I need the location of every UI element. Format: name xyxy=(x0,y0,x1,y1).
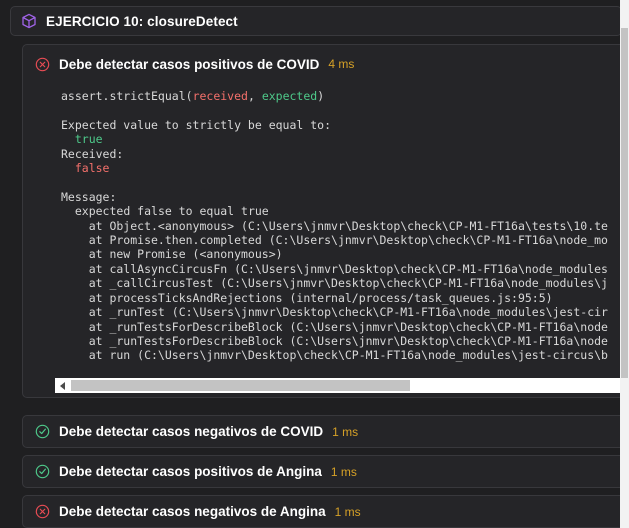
stack-line: at new Promise (<anonymous>) xyxy=(61,247,283,262)
assertion-arg-expected: expected xyxy=(261,89,318,103)
test-duration: 1 ms xyxy=(334,504,361,519)
scroll-left-button[interactable] xyxy=(55,378,69,393)
message-text-line: expected false to equal true xyxy=(61,204,629,218)
assertion-arg-received: received xyxy=(192,89,248,103)
test-row[interactable]: Debe detectar casos positivos de Angina … xyxy=(22,455,629,488)
horizontal-scrollbar-thumb[interactable] xyxy=(71,380,410,391)
circle-x-icon xyxy=(35,57,50,71)
assertion-call: assert.strictEqual(received, expected) xyxy=(61,89,629,103)
stack-line: at Promise.then.completed (C:\Users\jnmv… xyxy=(61,233,608,248)
assertion-call-prefix: assert.strictEqual( xyxy=(61,89,193,103)
test-name: Debe detectar casos negativos de COVID xyxy=(59,424,324,439)
stack-line: at processTicksAndRejections (internal/p… xyxy=(61,290,553,305)
test-row[interactable]: Debe detectar casos negativos de Angina … xyxy=(22,495,629,528)
stack-line: at callAsyncCircusFn (C:\Users\jnmvr\Des… xyxy=(61,261,608,276)
suite-header[interactable]: EJERCICIO 10: closureDetect xyxy=(10,6,622,36)
vertical-scrollbar-thumb[interactable] xyxy=(621,28,628,378)
horizontal-scrollbar-track[interactable] xyxy=(69,378,615,393)
test-name: Debe detectar casos negativos de Angina xyxy=(59,504,326,519)
assertion-arg-separator: , xyxy=(247,89,262,103)
horizontal-scrollbar[interactable] xyxy=(55,378,629,393)
received-label: Received: xyxy=(61,146,124,161)
failing-test-name: Debe detectar casos positivos de COVID xyxy=(59,56,320,72)
error-output[interactable]: assert.strictEqual(received, expected) E… xyxy=(23,81,629,373)
circle-check-icon xyxy=(35,424,50,439)
circle-check-icon xyxy=(35,464,50,479)
expected-label: Expected value to strictly be equal to: xyxy=(61,117,332,132)
cube-icon xyxy=(22,13,36,29)
message-text: expected false to equal true xyxy=(74,204,269,219)
received-value: false xyxy=(74,161,110,176)
failing-test-panel[interactable]: Debe detectar casos positivos de COVID 4… xyxy=(22,44,629,398)
stack-line: at Object.<anonymous> (C:\Users\jnmvr\De… xyxy=(61,218,608,233)
failing-test-duration: 4 ms xyxy=(328,57,355,71)
test-row[interactable]: Debe detectar casos negativos de COVID 1… xyxy=(22,415,629,448)
chevron-left-icon xyxy=(59,381,65,390)
assertion-call-suffix: ) xyxy=(317,89,325,103)
test-name: Debe detectar casos positivos de Angina xyxy=(59,464,322,479)
received-value-line: false xyxy=(61,161,629,175)
vertical-scrollbar[interactable] xyxy=(620,0,629,528)
circle-x-icon xyxy=(35,504,50,519)
stack-line: at _runTestsForDescribeBlock (C:\Users\j… xyxy=(61,319,608,334)
test-duration: 1 ms xyxy=(332,424,359,439)
expected-value-line: true xyxy=(61,132,629,146)
failing-test-header[interactable]: Debe detectar casos positivos de COVID 4… xyxy=(23,45,629,75)
message-label: Message: xyxy=(61,189,117,204)
stack-line: at _runTest (C:\Users\jnmvr\Desktop\chec… xyxy=(61,305,608,320)
stack-line: at run (C:\Users\jnmvr\Desktop\check\CP-… xyxy=(61,348,608,363)
stack-line: at _runTestsForDescribeBlock (C:\Users\j… xyxy=(61,333,608,348)
expected-value: true xyxy=(74,132,103,147)
test-duration: 1 ms xyxy=(330,464,357,479)
stack-line: at _callCircusTest (C:\Users\jnmvr\Deskt… xyxy=(61,276,608,291)
suite-title: EJERCICIO 10: closureDetect xyxy=(46,13,238,29)
blank-line-2 xyxy=(61,175,629,189)
test-results-panel: EJERCICIO 10: closureDetect Debe detecta… xyxy=(0,0,629,528)
blank-line-1 xyxy=(61,103,629,117)
